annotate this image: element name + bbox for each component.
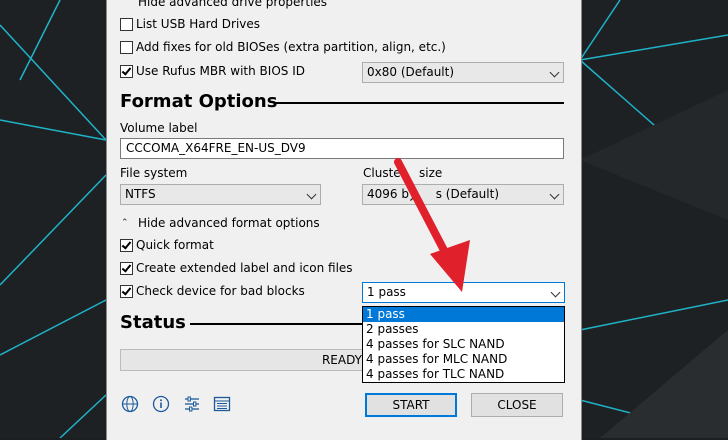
section-divider [190, 323, 364, 325]
log-icon[interactable] [213, 395, 231, 413]
rufus-mbr-label: Use Rufus MBR with BIOS ID [136, 64, 305, 78]
bios-id-value: 0x80 (Default) [367, 65, 455, 79]
quick-format-checkbox[interactable] [120, 239, 133, 252]
file-system-value: NTFS [125, 187, 156, 201]
old-bios-label: Add fixes for old BIOSes (extra partitio… [136, 40, 446, 54]
file-system-caption: File system [120, 166, 188, 180]
chevron-down-icon [550, 287, 561, 298]
chevron-up-icon[interactable]: ⌃ [121, 0, 129, 7]
quick-format-label: Quick format [136, 238, 214, 252]
volume-label-caption: Volume label [120, 121, 198, 135]
chevron-down-icon [549, 67, 560, 78]
format-options-heading: Format Options [120, 91, 278, 112]
extended-label-checkbox[interactable] [120, 262, 133, 275]
passes-option[interactable]: 4 passes for MLC NAND [363, 352, 564, 367]
start-button[interactable]: START [365, 393, 457, 417]
passes-option[interactable]: 4 passes for SLC NAND [363, 337, 564, 352]
old-bios-checkbox[interactable] [120, 41, 133, 54]
passes-option[interactable]: 2 passes [363, 322, 564, 337]
list-usb-label: List USB Hard Drives [136, 17, 261, 31]
chevron-up-icon[interactable]: ⌃ [121, 218, 129, 228]
passes-option[interactable]: 1 pass [363, 307, 564, 322]
close-button[interactable]: CLOSE [471, 393, 563, 417]
bad-blocks-label: Check device for bad blocks [136, 284, 305, 298]
volume-label-input[interactable]: CCCOMA_X64FRE_EN-US_DV9 [120, 138, 564, 159]
info-icon[interactable] [152, 395, 170, 413]
passes-dropdown-list: 1 pass 2 passes 4 passes for SLC NAND 4 pas… [362, 306, 565, 383]
hide-drive-properties-toggle[interactable]: Hide advanced drive properties [138, 0, 327, 9]
globe-icon[interactable] [121, 395, 139, 413]
rufus-mbr-checkbox[interactable] [120, 65, 133, 78]
chevron-down-icon [306, 189, 317, 200]
chevron-down-icon [549, 189, 560, 200]
extended-label-label: Create extended label and icon files [136, 261, 353, 275]
status-text: READY [321, 353, 363, 367]
passes-option[interactable]: 4 passes for TLC NAND [363, 367, 564, 382]
hide-format-options-toggle[interactable]: Hide advanced format options [138, 216, 320, 230]
status-heading: Status [120, 312, 186, 333]
file-system-select[interactable]: NTFS [120, 184, 321, 205]
bad-blocks-checkbox[interactable] [120, 285, 133, 298]
settings-sliders-icon[interactable] [183, 395, 201, 413]
bios-id-select[interactable]: 0x80 (Default) [362, 62, 564, 83]
list-usb-checkbox[interactable] [120, 18, 133, 31]
annotation-arrow-icon [394, 158, 470, 292]
section-divider [276, 102, 564, 104]
